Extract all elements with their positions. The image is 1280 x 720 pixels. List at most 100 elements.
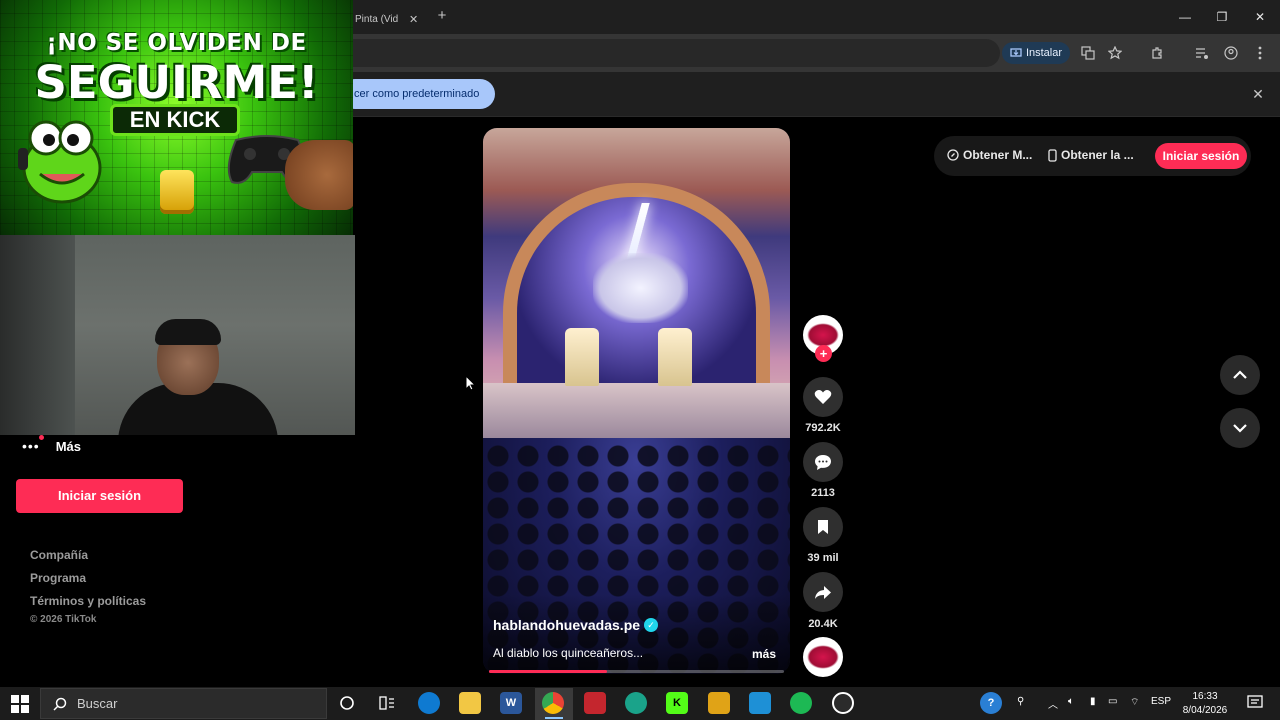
sound-disc-avatar[interactable] bbox=[803, 637, 843, 677]
mouse-cursor-icon bbox=[465, 375, 475, 391]
footer-link-terms[interactable]: Términos y políticas bbox=[30, 594, 146, 608]
save-count: 39 mil bbox=[807, 552, 839, 564]
close-window-button[interactable]: ✕ bbox=[1245, 6, 1275, 28]
comment-button[interactable] bbox=[803, 442, 843, 482]
clock-date: 8/04/2026 bbox=[1182, 705, 1228, 716]
chevron-up-icon bbox=[1233, 370, 1247, 379]
video-progress-bar[interactable] bbox=[489, 670, 784, 673]
install-app-button[interactable]: Instalar bbox=[1002, 42, 1070, 64]
microphone-icon[interactable]: ▮ bbox=[1090, 696, 1096, 707]
system-clock[interactable]: 16:33 8/04/2026 bbox=[1175, 690, 1235, 718]
chevron-down-icon bbox=[1233, 424, 1247, 433]
comment-count: 2113 bbox=[811, 487, 835, 499]
share-button[interactable] bbox=[803, 572, 843, 612]
description-more-button[interactable]: más bbox=[752, 647, 776, 661]
chrome-icon[interactable] bbox=[542, 692, 564, 714]
more-dots-icon: ••• bbox=[22, 435, 44, 454]
follow-plus-icon[interactable]: + bbox=[815, 345, 832, 362]
install-label: Instalar bbox=[1025, 47, 1063, 59]
hand-graphic bbox=[285, 140, 353, 210]
video-show-logo bbox=[593, 253, 688, 323]
notifications-icon[interactable] bbox=[1247, 694, 1263, 713]
new-tab-button[interactable]: + bbox=[433, 7, 451, 25]
video-chair-right bbox=[658, 328, 692, 386]
file-explorer-icon[interactable] bbox=[459, 692, 481, 714]
word-icon[interactable]: W bbox=[500, 692, 522, 714]
clock-time: 16:33 bbox=[1192, 691, 1218, 702]
copyright-text: © 2026 TikTok bbox=[30, 614, 97, 625]
arduino-icon[interactable] bbox=[625, 692, 647, 714]
frog-mascot-icon bbox=[18, 120, 102, 204]
search-placeholder: Buscar bbox=[77, 696, 118, 711]
get-coins-button[interactable]: Obtener M... bbox=[947, 148, 1032, 162]
task-view-icon[interactable] bbox=[376, 692, 398, 714]
get-app-button[interactable]: Obtener la ... bbox=[1048, 148, 1134, 162]
cortana-icon[interactable] bbox=[336, 692, 358, 714]
language-indicator[interactable]: ESP bbox=[1151, 696, 1171, 707]
address-bar[interactable] bbox=[340, 39, 1000, 67]
battery-icon[interactable]: ▭ bbox=[1108, 696, 1117, 707]
windows-start-icon[interactable] bbox=[11, 695, 29, 713]
author-name: hablandohuevadas.pe bbox=[493, 617, 641, 633]
sidebar-login-button[interactable]: Iniciar sesión bbox=[16, 479, 183, 513]
recorder-icon[interactable] bbox=[584, 692, 606, 714]
browser-tab[interactable]: Pinta (Vid ✕ bbox=[348, 4, 428, 34]
search-icon bbox=[53, 697, 67, 711]
help-icon[interactable]: ? bbox=[980, 692, 1002, 714]
tab-close-icon[interactable]: ✕ bbox=[409, 13, 418, 26]
phone-icon bbox=[1048, 148, 1057, 162]
get-coins-label: Obtener M... bbox=[963, 148, 1033, 162]
notepad-icon[interactable] bbox=[749, 692, 771, 714]
wifi-icon[interactable]: ⌔ bbox=[1130, 696, 1139, 709]
like-count: 792.2K bbox=[805, 422, 841, 434]
video-caption-shade bbox=[483, 594, 790, 674]
tray-overflow-icon[interactable]: ︿ bbox=[1048, 696, 1058, 711]
media-control-icon[interactable] bbox=[1192, 43, 1212, 63]
share-count: 20.4K bbox=[808, 618, 838, 630]
video-player[interactable] bbox=[483, 128, 790, 674]
paint-icon[interactable] bbox=[708, 692, 730, 714]
kick-follow-banner: ¡NO SE OLVIDEN DE SEGUIRME! EN KICK bbox=[0, 0, 353, 235]
webcam-person-hair bbox=[155, 319, 221, 345]
edge-icon[interactable] bbox=[418, 692, 440, 714]
spotify-icon[interactable] bbox=[790, 692, 812, 714]
extensions-icon[interactable] bbox=[1147, 43, 1167, 63]
sidebar-item-more[interactable]: ••• Más bbox=[22, 435, 82, 454]
webcam-feed bbox=[0, 235, 355, 435]
top-login-button[interactable]: Iniciar sesión bbox=[1155, 143, 1247, 169]
video-author[interactable]: hablandohuevadas.pe ✓ bbox=[493, 617, 659, 633]
banner-kick-pill: EN KICK bbox=[110, 104, 240, 136]
people-icon[interactable]: ⚲ bbox=[1017, 696, 1024, 707]
sidebar-item-label: Más bbox=[55, 438, 82, 454]
set-default-button[interactable]: cer como predeterminado bbox=[340, 79, 495, 109]
webcam-background bbox=[0, 235, 75, 435]
verified-badge-icon: ✓ bbox=[644, 618, 659, 632]
like-button[interactable] bbox=[803, 377, 843, 417]
bookmark-icon bbox=[818, 520, 828, 534]
coins-icon bbox=[160, 170, 194, 214]
next-video-button[interactable] bbox=[1220, 408, 1260, 448]
translate-icon[interactable] bbox=[1078, 43, 1098, 63]
banner-line1: ¡NO SE OLVIDEN DE bbox=[46, 30, 307, 56]
minimize-button[interactable]: — bbox=[1170, 6, 1200, 28]
tab-title: Pinta (Vid bbox=[355, 13, 399, 25]
video-description: Al diablo los quinceañeros... bbox=[493, 646, 644, 660]
infobar-close-icon[interactable]: ✕ bbox=[1250, 86, 1266, 102]
profile-icon[interactable] bbox=[1221, 43, 1241, 63]
footer-link-company[interactable]: Compañía bbox=[30, 548, 88, 562]
bookmark-star-icon[interactable] bbox=[1105, 43, 1125, 63]
obs-icon[interactable] bbox=[832, 692, 854, 714]
maximize-button[interactable]: ❐ bbox=[1207, 6, 1237, 28]
save-button[interactable] bbox=[803, 507, 843, 547]
taskbar-search[interactable]: Buscar bbox=[40, 688, 327, 719]
comment-icon bbox=[815, 454, 831, 470]
video-progress-fill bbox=[489, 670, 607, 673]
kick-icon[interactable]: K bbox=[666, 692, 688, 714]
footer-link-program[interactable]: Programa bbox=[30, 571, 86, 585]
active-app-indicator bbox=[545, 717, 563, 719]
previous-video-button[interactable] bbox=[1220, 355, 1260, 395]
coin-icon bbox=[947, 149, 959, 161]
menu-kebab-icon[interactable] bbox=[1250, 43, 1270, 63]
heart-icon bbox=[814, 390, 832, 404]
volume-icon[interactable]: 🔈︎ bbox=[1068, 696, 1074, 707]
